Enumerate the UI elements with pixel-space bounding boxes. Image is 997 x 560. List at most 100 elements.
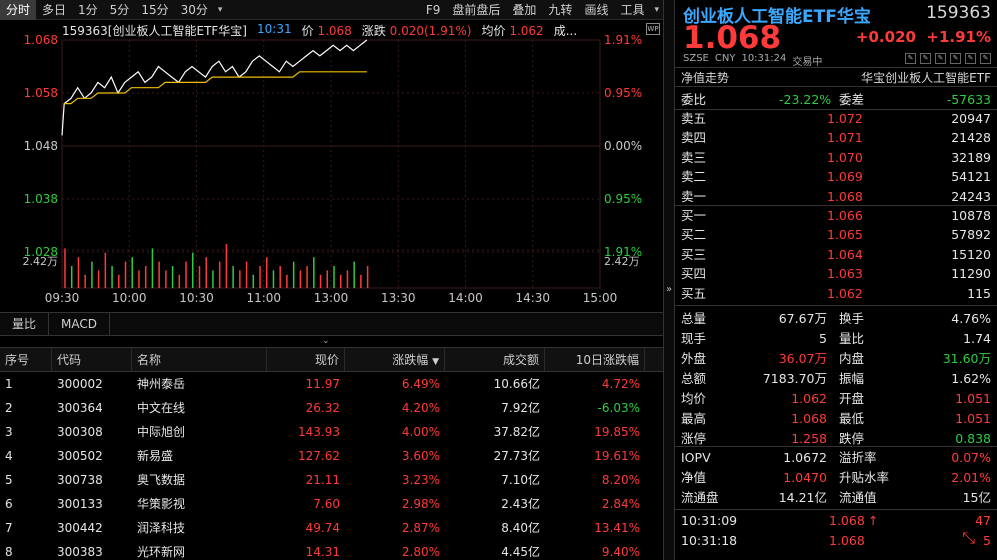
stat-label: 溢折率 bbox=[839, 450, 877, 465]
row-index: 5 bbox=[5, 473, 13, 487]
panel-divider[interactable]: » bbox=[663, 0, 675, 560]
row-name: 华策影视 bbox=[137, 497, 186, 511]
overlay-button[interactable]: 叠加 bbox=[506, 0, 542, 20]
col-index[interactable]: 序号 bbox=[0, 348, 52, 371]
row-change-pct: 2.80% bbox=[401, 545, 440, 559]
intraday-chart[interactable]: 1.068 1.91% 1.058 0.95% 1.048 0.00% 1.038 0.95%… bbox=[0, 20, 663, 312]
bid-level-4[interactable]: 买四 1.063 11290 bbox=[675, 264, 997, 283]
tab-multiday[interactable]: 多日 bbox=[36, 0, 72, 20]
expand-icon[interactable]: ⤡ bbox=[962, 528, 975, 548]
col-code[interactable]: 代码 bbox=[52, 348, 132, 371]
row-change-pct: 6.49% bbox=[401, 377, 440, 391]
level-volume: 10878 bbox=[951, 208, 991, 223]
col-10day-change[interactable]: 10日涨跌幅 bbox=[545, 348, 645, 371]
volume-bar bbox=[306, 266, 308, 288]
table-row[interactable]: 7 300442 润泽科技 49.74 2.87% 8.40亿 13.41% bbox=[0, 516, 663, 540]
ask-level-5[interactable]: 卖一 1.068 24243 bbox=[675, 187, 997, 206]
fund-name-link[interactable]: 华宝创业板人工智能ETF bbox=[861, 69, 991, 86]
edit-icon[interactable]: ✎ bbox=[935, 53, 946, 64]
y-tick-label: 1.038 bbox=[24, 192, 58, 206]
stat-label: 开盘 bbox=[839, 391, 865, 406]
volume-bar bbox=[360, 274, 362, 288]
tick-time: 10:31:09 bbox=[681, 513, 738, 528]
row-index: 4 bbox=[5, 449, 13, 463]
bid-level-5[interactable]: 买五 1.062 115 bbox=[675, 284, 997, 303]
pre-post-market-button[interactable]: 盘前盘后 bbox=[446, 0, 506, 20]
ask-level-3[interactable]: 卖三 1.070 32189 bbox=[675, 148, 997, 167]
ask-level-2[interactable]: 卖四 1.071 21428 bbox=[675, 128, 997, 147]
tab-5min[interactable]: 5分 bbox=[104, 0, 136, 20]
edit-icon[interactable]: ✎ bbox=[980, 53, 991, 64]
bid-level-3[interactable]: 买三 1.064 15120 bbox=[675, 245, 997, 264]
avg-label: 均价 bbox=[481, 24, 506, 38]
chevron-down-icon[interactable]: ▾ bbox=[214, 5, 227, 15]
ask-level-4[interactable]: 卖二 1.069 54121 bbox=[675, 167, 997, 186]
tab-15min[interactable]: 15分 bbox=[135, 0, 174, 20]
x-tick-label: 14:00 bbox=[448, 291, 483, 305]
tab-1min[interactable]: 1分 bbox=[72, 0, 104, 20]
table-row[interactable]: 1 300002 神州泰岳 11.97 6.49% 10.66亿 4.72% bbox=[0, 372, 663, 396]
row-10day-change: 8.20% bbox=[601, 473, 640, 487]
row-change-pct: 2.87% bbox=[401, 521, 440, 535]
stat-label: 净值 bbox=[681, 470, 707, 485]
bid-level-1[interactable]: 买一 1.066 10878 bbox=[675, 206, 997, 225]
volume-bar bbox=[198, 266, 201, 288]
edit-icon[interactable]: ✎ bbox=[965, 53, 976, 64]
col-price[interactable]: 现价 bbox=[267, 348, 345, 371]
volume-label: 成... bbox=[553, 24, 578, 38]
draw-line-button[interactable]: 画线 bbox=[578, 0, 614, 20]
table-row[interactable]: 2 300364 中文在线 26.32 4.20% 7.92亿 -6.03% bbox=[0, 396, 663, 420]
col-turnover[interactable]: 成交额 bbox=[445, 348, 545, 371]
y-tick-label-right: 0.00% bbox=[604, 139, 642, 153]
table-row[interactable]: 5 300738 奥飞数据 21.11 3.23% 7.10亿 8.20% bbox=[0, 468, 663, 492]
volume-bar bbox=[64, 248, 66, 288]
table-row[interactable]: 4 300502 新易盛 127.62 3.60% 27.73亿 19.61% bbox=[0, 444, 663, 468]
volume-axis-label: 2.42万 bbox=[23, 255, 59, 268]
table-row[interactable]: 8 300383 光环新网 14.31 2.80% 4.45亿 9.40% bbox=[0, 540, 663, 560]
tab-intraday[interactable]: 分时 bbox=[0, 0, 37, 20]
stat-label: 升贴水率 bbox=[839, 470, 890, 485]
col-name[interactable]: 名称 bbox=[132, 348, 267, 371]
tab-macd[interactable]: MACD bbox=[49, 313, 110, 335]
row-name: 中际旭创 bbox=[137, 425, 186, 439]
stat-label: 流通盘 bbox=[681, 490, 719, 505]
nav-trend-link[interactable]: 净值走势 bbox=[681, 69, 729, 86]
table-row[interactable]: 3 300308 中际旭创 143.93 4.00% 37.82亿 19.85% bbox=[0, 420, 663, 444]
bid-level-2[interactable]: 买二 1.065 57892 bbox=[675, 225, 997, 244]
price-label: 价 bbox=[301, 24, 314, 38]
stat-value: 1.051 bbox=[955, 411, 991, 426]
ask-level-1[interactable]: 卖五 1.072 20947 bbox=[675, 109, 997, 128]
edit-icon[interactable]: ✎ bbox=[950, 53, 961, 64]
chevron-right-icon[interactable]: » bbox=[666, 284, 672, 295]
table-row[interactable]: 6 300133 华策影视 7.60 2.98% 2.43亿 2.84% bbox=[0, 492, 663, 516]
row-index: 6 bbox=[5, 497, 13, 511]
chart-avg: 1.062 bbox=[509, 24, 544, 38]
tab-30min[interactable]: 30分 bbox=[175, 0, 214, 20]
f9-button[interactable]: F9 bbox=[420, 0, 447, 20]
volume-bar bbox=[272, 270, 275, 288]
row-code: 300308 bbox=[57, 425, 103, 439]
tick-row: 10:31:09 1.068 ↑ 47 bbox=[675, 511, 997, 530]
row-price: 49.74 bbox=[305, 521, 340, 535]
row-code: 300502 bbox=[57, 449, 103, 463]
row-change-pct: 3.23% bbox=[401, 473, 440, 487]
x-tick-label: 13:00 bbox=[314, 291, 349, 305]
edit-icon[interactable]: ✎ bbox=[920, 53, 931, 64]
edit-icon[interactable]: ✎ bbox=[905, 53, 916, 64]
chevron-down-icon[interactable]: ▾ bbox=[650, 5, 663, 15]
td-sequential-button[interactable]: 九转 bbox=[542, 0, 578, 20]
security-code: 159363 bbox=[926, 3, 991, 23]
x-tick-label: 09:30 bbox=[45, 291, 80, 305]
tools-button[interactable]: 工具 bbox=[614, 0, 650, 20]
volume-bar bbox=[111, 266, 113, 288]
tab-volume-ratio[interactable]: 量比 bbox=[0, 313, 50, 335]
wp-icon[interactable]: WP bbox=[646, 23, 660, 35]
volume-bar bbox=[70, 266, 73, 288]
col-change-pct[interactable]: 涨跌幅 ▼ bbox=[345, 348, 445, 371]
stat-value: 14.21亿 bbox=[778, 490, 827, 505]
level-volume: 15120 bbox=[951, 246, 991, 262]
tick-price: 1.068 bbox=[829, 513, 865, 528]
row-10day-change: 19.61% bbox=[594, 449, 640, 463]
stat-value: 1.062 bbox=[791, 391, 827, 406]
chevron-down-icon[interactable]: ⌄ bbox=[322, 336, 330, 346]
